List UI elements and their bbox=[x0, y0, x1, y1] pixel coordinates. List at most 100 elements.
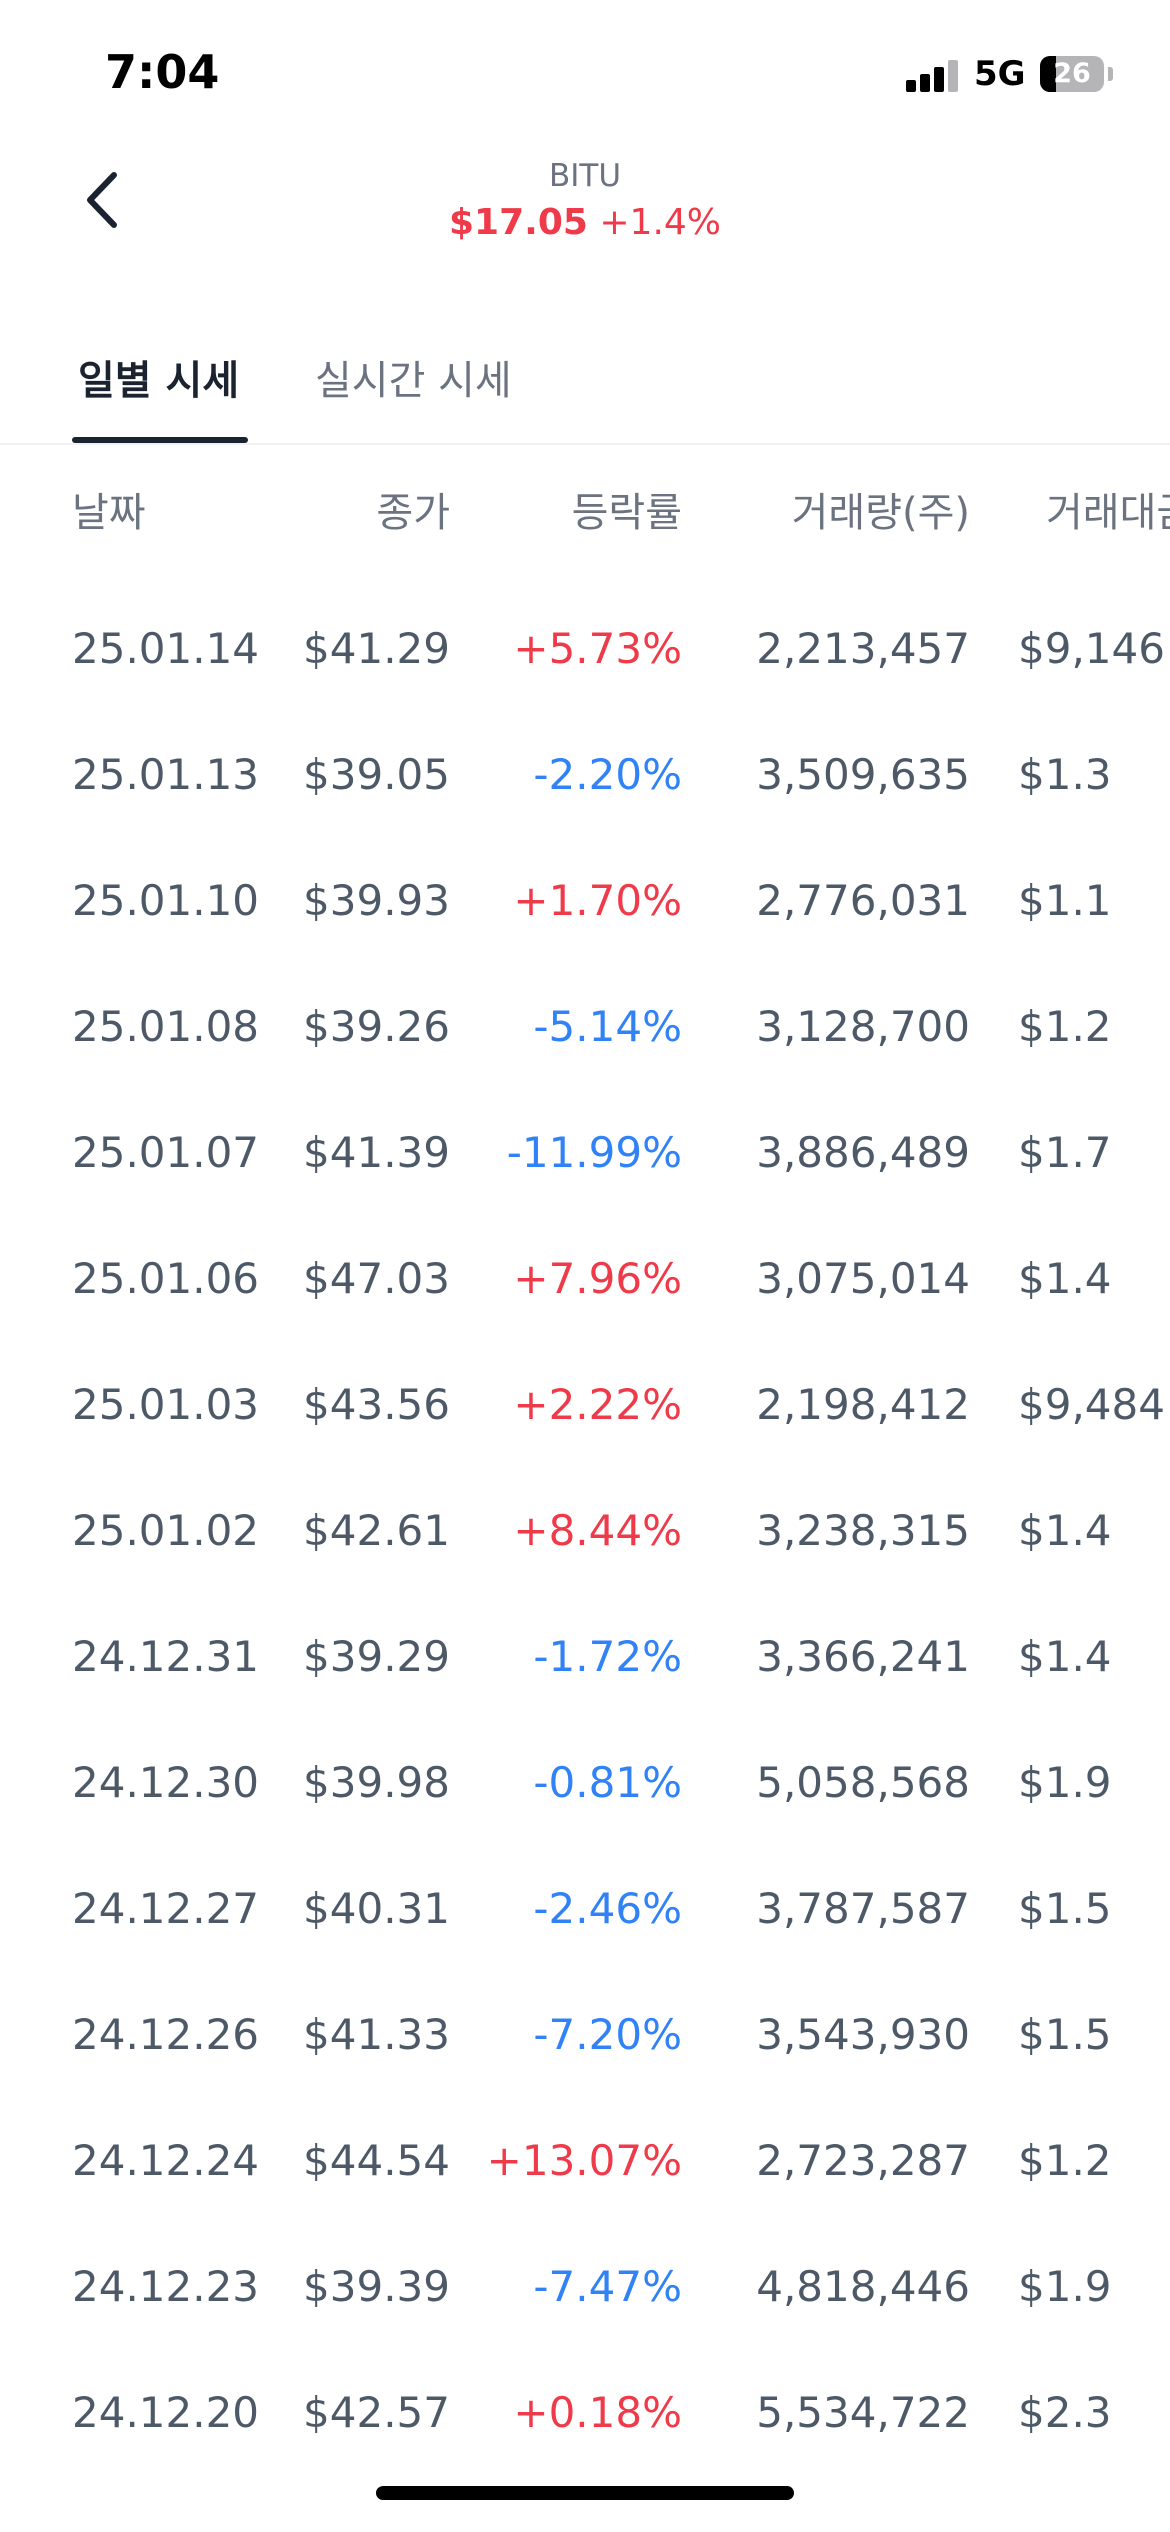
table-row[interactable]: 24.12.27 $40.31 -2.46% 3,787,587 $1.5 bbox=[0, 1846, 1170, 1972]
row-close-price: $39.05 bbox=[303, 750, 450, 799]
active-tab-indicator bbox=[72, 437, 248, 443]
row-trade-value: $9,146 bbox=[1018, 624, 1165, 673]
row-close-price: $39.29 bbox=[303, 1632, 450, 1681]
table-row[interactable]: 25.01.14 $41.29 +5.73% 2,213,457 $9,146 bbox=[0, 586, 1170, 712]
table-header: 날짜 종가 등락률 거래량(주) 거래대금 bbox=[0, 480, 1170, 550]
row-volume: 3,366,241 bbox=[756, 1632, 970, 1681]
row-close-price: $39.98 bbox=[303, 1758, 450, 1807]
row-change-rate: -7.20% bbox=[533, 2010, 682, 2059]
row-close-price: $39.93 bbox=[303, 876, 450, 925]
row-date: 25.01.10 bbox=[72, 876, 260, 925]
tab-daily-price[interactable]: 일별 시세 bbox=[78, 348, 239, 406]
column-header-volume: 거래량(주) bbox=[791, 490, 970, 536]
tab-realtime-price[interactable]: 실시간 시세 bbox=[315, 348, 512, 406]
row-change-rate: -7.47% bbox=[533, 2262, 682, 2311]
table-row[interactable]: 25.01.08 $39.26 -5.14% 3,128,700 $1.2 bbox=[0, 964, 1170, 1090]
row-change-rate: +7.96% bbox=[513, 1254, 682, 1303]
battery-level: 26 bbox=[1053, 58, 1091, 89]
row-close-price: $47.03 bbox=[303, 1254, 450, 1303]
row-close-price: $44.54 bbox=[303, 2136, 450, 2185]
table-row[interactable]: 25.01.03 $43.56 +2.22% 2,198,412 $9,484 bbox=[0, 1342, 1170, 1468]
row-trade-value: $1.3 bbox=[1018, 750, 1112, 799]
table-row[interactable]: 25.01.15$44.00+6.56%2,504,257$1.1 bbox=[0, 556, 1170, 586]
table-row[interactable]: 25.01.07 $41.39 -11.99% 3,886,489 $1.7 bbox=[0, 1090, 1170, 1216]
row-date: 25.01.02 bbox=[72, 1506, 260, 1555]
row-trade-value: $1.4 bbox=[1018, 1632, 1112, 1681]
table-row[interactable]: 25.01.10 $39.93 +1.70% 2,776,031 $1.1 bbox=[0, 838, 1170, 964]
row-trade-value: $1.5 bbox=[1018, 2010, 1112, 2059]
row-trade-value: $1.4 bbox=[1018, 1506, 1112, 1555]
row-trade-value: $1.1 bbox=[1018, 876, 1112, 925]
network-type: 5G bbox=[974, 54, 1026, 94]
home-indicator bbox=[376, 2486, 794, 2500]
table-row[interactable]: 24.12.30 $39.98 -0.81% 5,058,568 $1.9 bbox=[0, 1720, 1170, 1846]
row-close-price: $42.61 bbox=[303, 1506, 450, 1555]
table-row[interactable]: 24.12.24 $44.54 +13.07% 2,723,287 $1.2 bbox=[0, 2098, 1170, 2224]
row-date: 25.01.13 bbox=[72, 750, 260, 799]
column-header-date: 날짜 bbox=[72, 490, 146, 536]
row-volume: 3,238,315 bbox=[756, 1506, 970, 1555]
row-trade-value: $1.2 bbox=[1018, 2136, 1112, 2185]
column-header-close: 종가 bbox=[376, 490, 450, 536]
row-close-price: $41.29 bbox=[303, 624, 450, 673]
row-date: 25.01.03 bbox=[72, 1380, 260, 1429]
row-close-price: $39.26 bbox=[303, 1002, 450, 1051]
table-row[interactable]: 25.01.02 $42.61 +8.44% 3,238,315 $1.4 bbox=[0, 1468, 1170, 1594]
row-volume: 3,509,635 bbox=[756, 750, 970, 799]
current-price: $17.05 bbox=[449, 202, 588, 243]
table-row[interactable]: 25.01.13 $39.05 -2.20% 3,509,635 $1.3 bbox=[0, 712, 1170, 838]
row-volume: 3,787,587 bbox=[756, 1884, 970, 1933]
table-row[interactable]: 24.12.31 $39.29 -1.72% 3,366,241 $1.4 bbox=[0, 1594, 1170, 1720]
table-row[interactable]: 24.12.20 $42.57 +0.18% 5,534,722 $2.3 bbox=[0, 2350, 1170, 2476]
table-row[interactable]: 24.12.26 $41.33 -7.20% 3,543,930 $1.5 bbox=[0, 1972, 1170, 2098]
row-volume: 3,543,930 bbox=[756, 2010, 970, 2059]
row-volume: 2,723,287 bbox=[756, 2136, 970, 2185]
row-change-rate: -5.14% bbox=[533, 1002, 682, 1051]
row-date: 24.12.23 bbox=[72, 2262, 260, 2311]
table-row[interactable]: 24.12.23 $39.39 -7.47% 4,818,446 $1.9 bbox=[0, 2224, 1170, 2350]
table-row[interactable]: 25.01.06 $47.03 +7.96% 3,075,014 $1.4 bbox=[0, 1216, 1170, 1342]
row-trade-value: $2.3 bbox=[1018, 2388, 1112, 2437]
row-date: 24.12.20 bbox=[72, 2388, 260, 2437]
row-trade-value: $1.9 bbox=[1018, 1758, 1112, 1807]
row-date: 25.01.08 bbox=[72, 1002, 260, 1051]
row-close-price: $42.57 bbox=[303, 2388, 450, 2437]
row-volume: 2,213,457 bbox=[756, 624, 970, 673]
row-change-rate: -0.81% bbox=[533, 1758, 682, 1807]
row-date: 24.12.26 bbox=[72, 2010, 260, 2059]
battery-icon: 26 bbox=[1040, 56, 1104, 92]
row-volume: 3,128,700 bbox=[756, 1002, 970, 1051]
row-trade-value: $1.7 bbox=[1018, 1128, 1112, 1177]
row-volume: 2,776,031 bbox=[756, 876, 970, 925]
row-date: 24.12.31 bbox=[72, 1632, 260, 1681]
price-table-body[interactable]: 25.01.15$44.00+6.56%2,504,257$1.1 25.01.1… bbox=[0, 556, 1170, 2532]
row-date: 25.01.07 bbox=[72, 1128, 260, 1177]
row-change-rate: +8.44% bbox=[513, 1506, 682, 1555]
column-header-change: 등락률 bbox=[571, 490, 682, 536]
row-change-rate: +2.22% bbox=[513, 1380, 682, 1429]
cellular-signal-icon bbox=[906, 60, 960, 92]
row-volume: 5,534,722 bbox=[756, 2388, 970, 2437]
row-change-rate: +13.07% bbox=[486, 2136, 682, 2185]
tab-bar: 일별 시세 실시간 시세 bbox=[0, 340, 1170, 445]
row-close-price: $41.39 bbox=[303, 1128, 450, 1177]
row-volume: 2,198,412 bbox=[756, 1380, 970, 1429]
row-change-rate: +5.73% bbox=[513, 624, 682, 673]
row-trade-value: $1.9 bbox=[1018, 2262, 1112, 2311]
status-bar: 7:04 5G 26 bbox=[0, 0, 1170, 140]
row-trade-value: $1.5 bbox=[1018, 1884, 1112, 1933]
row-change-rate: +0.18% bbox=[513, 2388, 682, 2437]
row-trade-value: $9,484 bbox=[1018, 1380, 1165, 1429]
row-close-price: $41.33 bbox=[303, 2010, 450, 2059]
row-volume: 3,075,014 bbox=[756, 1254, 970, 1303]
row-close-price: $39.39 bbox=[303, 2262, 450, 2311]
row-change-rate: -1.72% bbox=[533, 1632, 682, 1681]
row-close-price: $43.56 bbox=[303, 1380, 450, 1429]
battery-cap bbox=[1108, 67, 1113, 81]
price-line: $17.05 +1.4% bbox=[0, 202, 1170, 243]
row-date: 24.12.27 bbox=[72, 1884, 260, 1933]
row-trade-value: $1.2 bbox=[1018, 1002, 1112, 1051]
row-date: 24.12.30 bbox=[72, 1758, 260, 1807]
row-close-price: $40.31 bbox=[303, 1884, 450, 1933]
row-volume: 3,886,489 bbox=[756, 1128, 970, 1177]
